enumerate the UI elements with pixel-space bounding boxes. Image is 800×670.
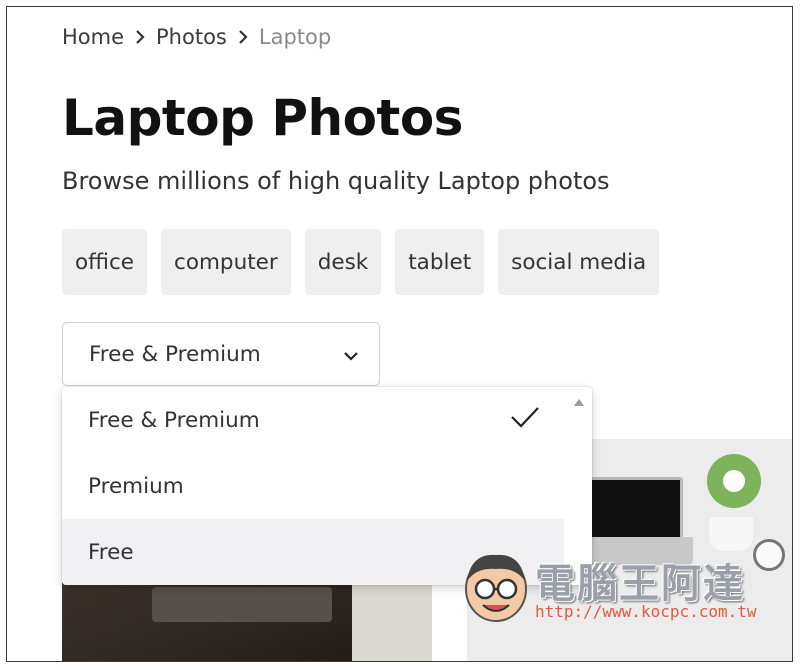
option-label: Free — [88, 539, 134, 565]
license-filter-select[interactable]: Free & Premium — [62, 322, 380, 386]
mascot-face-icon — [465, 554, 527, 622]
option-label: Free & Premium — [88, 407, 260, 433]
breadcrumb-photos[interactable]: Photos — [156, 25, 227, 49]
scroll-up-arrow-icon[interactable] — [574, 399, 584, 406]
tag-social-media[interactable]: social media — [498, 229, 660, 295]
watermark-logo: 電腦王阿達 http://www.kocpc.com.tw — [459, 543, 759, 633]
page-title: Laptop Photos — [62, 89, 463, 147]
tag-desk[interactable]: desk — [304, 229, 382, 295]
option-free-premium[interactable]: Free & Premium — [62, 387, 564, 453]
option-label: Premium — [88, 473, 184, 499]
chevron-right-icon — [227, 29, 259, 45]
watermark-url: http://www.kocpc.com.tw — [535, 602, 757, 621]
photo-object — [589, 477, 683, 541]
breadcrumb-laptop: Laptop — [258, 25, 332, 49]
watermark-title: 電腦王阿達 — [535, 561, 745, 607]
breadcrumb-home[interactable]: Home — [62, 25, 124, 49]
page-frame: Home Photos Laptop Laptop Photos Browse … — [6, 6, 793, 662]
photo-object — [152, 587, 332, 622]
chevron-down-icon — [343, 342, 359, 367]
license-filter-value: Free & Premium — [89, 341, 261, 367]
checkmark-icon — [510, 406, 540, 434]
tag-tablet[interactable]: tablet — [395, 229, 485, 295]
page-subtitle: Browse millions of high quality Laptop p… — [62, 167, 610, 195]
option-premium[interactable]: Premium — [62, 453, 564, 519]
related-tags: office computer desk tablet social media — [62, 229, 673, 295]
chevron-right-icon — [124, 29, 156, 45]
breadcrumb: Home Photos Laptop — [62, 24, 331, 50]
tag-office[interactable]: office — [62, 229, 147, 295]
tag-computer[interactable]: computer — [161, 229, 291, 295]
